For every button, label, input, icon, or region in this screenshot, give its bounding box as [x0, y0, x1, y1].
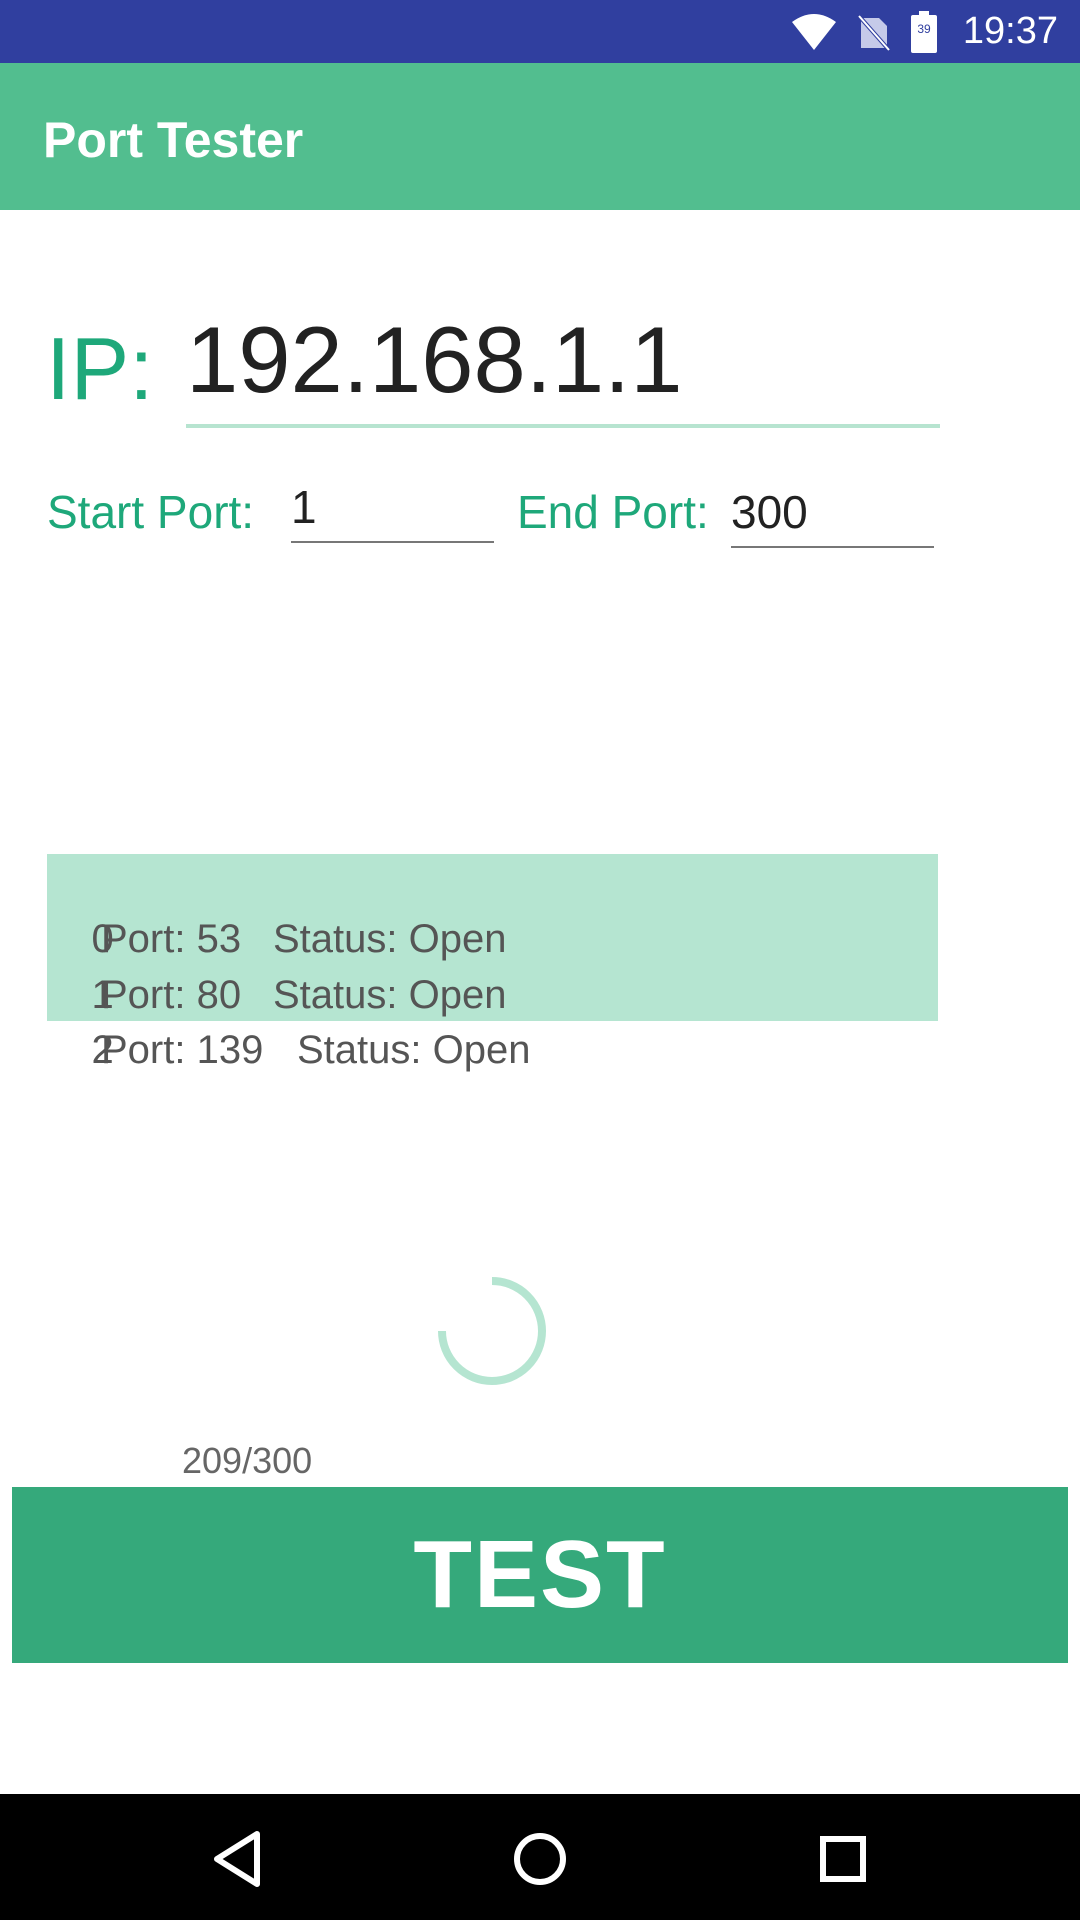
wifi-icon	[791, 13, 836, 50]
test-button[interactable]: TEST	[12, 1487, 1068, 1663]
battery-icon: 39	[910, 10, 937, 53]
ip-label: IP:	[46, 319, 154, 418]
ip-input[interactable]: 192.168.1.1	[186, 300, 940, 428]
loading-spinner	[438, 1277, 546, 1385]
start-port-label: Start Port:	[47, 486, 255, 538]
start-port-input[interactable]: 1	[291, 475, 494, 543]
end-port-label: End Port:	[517, 486, 709, 538]
status-icons: 39 19:37	[791, 0, 1058, 63]
app-title: Port Tester	[43, 112, 304, 168]
battery-level-text: 39	[917, 22, 931, 36]
result-status: Status: Open	[273, 973, 507, 1017]
list-item: 0 Port: 53 Status: Open	[47, 855, 506, 961]
status-time: 19:37	[962, 10, 1058, 52]
no-sim-icon	[857, 14, 891, 51]
recents-icon[interactable]	[798, 1814, 888, 1904]
result-status: Status: Open	[297, 1028, 531, 1072]
back-icon[interactable]	[192, 1814, 282, 1904]
end-port-input[interactable]: 300	[731, 480, 934, 548]
result-port: Port: 53	[101, 917, 242, 961]
result-status: Status: Open	[273, 917, 507, 961]
results-list: 0 Port: 53 Status: Open 1 Port: 80 Status: O…	[47, 854, 938, 1072]
app-bar: Port Tester	[0, 63, 1080, 210]
home-icon[interactable]	[495, 1814, 585, 1904]
navigation-bar	[0, 1794, 1080, 1920]
result-port: Port: 139	[101, 1028, 264, 1072]
result-port: Port: 80	[101, 973, 242, 1017]
list-item: 2 Port: 139 Status: Open	[47, 966, 530, 1072]
progress-text: 209/300	[182, 1440, 313, 1481]
list-item: 1 Port: 80 Status: Open	[47, 911, 506, 1017]
status-bar: 39 19:37	[0, 0, 1080, 63]
